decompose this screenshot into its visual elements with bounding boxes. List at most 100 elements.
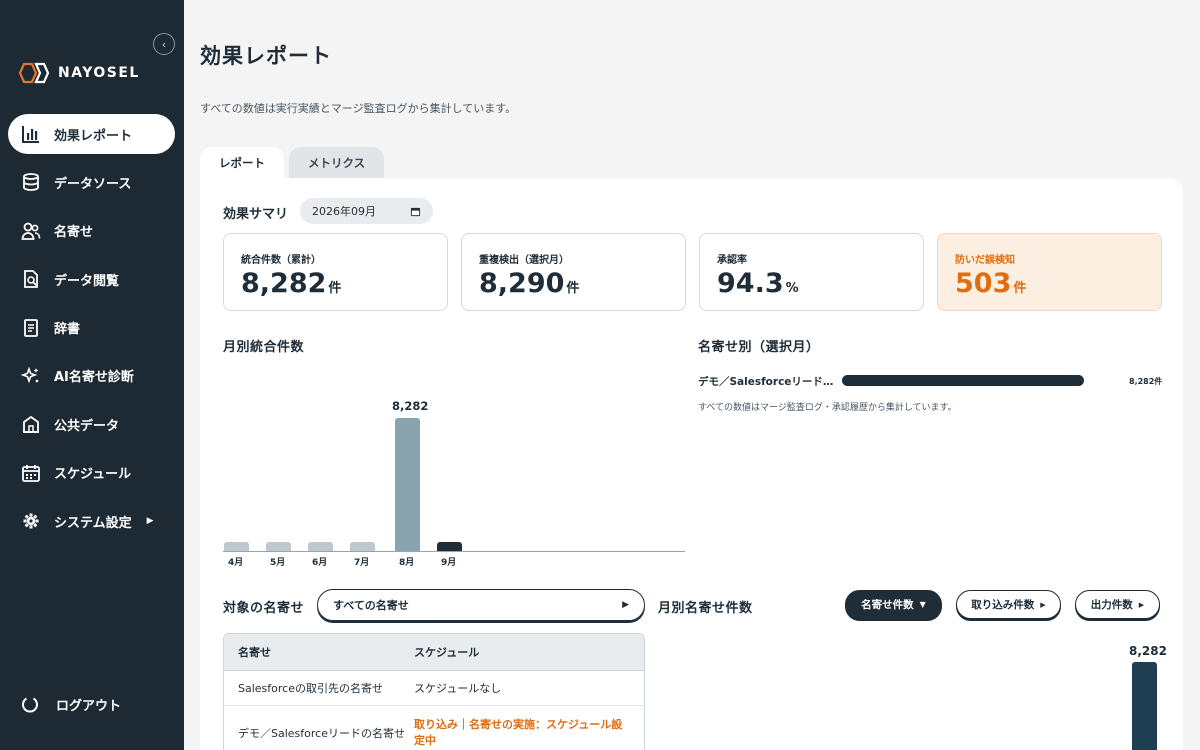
chart-data-label: 8,282	[392, 399, 429, 413]
sidebar-item-label: システム設定	[54, 515, 132, 531]
power-icon	[22, 697, 38, 713]
column-header: スケジュール	[414, 646, 480, 659]
chart-bar[interactable]	[437, 542, 462, 551]
kpi-value: 8,290 件	[479, 268, 685, 299]
kpi-label: 防いだ誤検知	[955, 255, 1015, 266]
page-title: 効果レポート	[200, 44, 332, 68]
page-description: すべての数値は実行実績とマージ監査ログから集計しています。	[200, 102, 517, 115]
play-arrow-icon: ▶	[622, 600, 629, 610]
sidebar-item-label: 公共データ	[54, 418, 120, 434]
table-header: 名寄せ スケジュール	[224, 634, 644, 671]
sidebar-item-label: AI名寄せ診断	[54, 370, 134, 386]
import-count-button[interactable]: 取り込み件数 ▶	[956, 590, 1061, 619]
kpi-row: 統合件数（累計） 8,282 件 重複検出（選択月） 8,290 件 承認率 94.…	[223, 233, 1162, 311]
kpi-number: 503	[955, 268, 1012, 299]
table-cell: 取り込み｜名寄せの実施：スケジュール設定中	[414, 718, 623, 747]
sidebar-item-label: 名寄せ	[54, 225, 94, 241]
sidebar-item-label: データソース	[54, 176, 132, 192]
sidebar-item-label: スケジュール	[54, 467, 132, 483]
summary-title: 効果サマリ	[223, 207, 289, 222]
monthly-bar-chart: 4月 5月 6月 7月 8月 8,282 9月	[223, 373, 685, 568]
play-arrow-icon: ▶	[1040, 600, 1046, 609]
merge-table: 名寄せ スケジュール Salesforceの取引先の名寄せ スケジュールなし デ…	[223, 633, 645, 750]
chart-bar[interactable]	[266, 542, 291, 551]
logo-text: NAYOSEL	[58, 65, 140, 81]
button-label: 出力件数	[1090, 599, 1133, 611]
sidebar-item-dictionary[interactable]: 辞書	[8, 308, 175, 348]
sidebar-item-merge[interactable]: 名寄せ	[8, 211, 175, 251]
chevron-left-icon[interactable]: ‹	[153, 33, 175, 55]
kpi-value: 94.3%	[717, 268, 923, 299]
table-row[interactable]: デモ／Salesforceリードの名寄せ 取り込み｜名寄せの実施：スケジュール設…	[224, 706, 644, 750]
kpi-unit: 件	[328, 281, 342, 296]
logo[interactable]: NAYOSEL	[18, 62, 140, 84]
kpi-number: 8,282	[241, 268, 327, 299]
sidebar-item-label: 辞書	[54, 322, 81, 338]
monthly-merge-bar	[1132, 662, 1157, 750]
sidebar-item-data-browse[interactable]: データ閲覧	[8, 259, 175, 299]
sidebar: ‹ NAYOSEL 効果レポート データソース 名寄せ データ閲覧 辞書 AI名…	[0, 0, 184, 750]
kpi-label: 統合件数（累計）	[241, 255, 321, 266]
sidebar-item-ai-diagnosis[interactable]: AI名寄せ診断	[8, 356, 175, 396]
kpi-value: 503 件	[955, 268, 1161, 299]
target-merge-select[interactable]: すべての名寄せ ▶	[317, 589, 645, 621]
by-merge-note: すべての数値はマージ監査ログ・承認履歴から集計しています。	[698, 403, 957, 413]
sidebar-item-public-data[interactable]: 公共データ	[8, 404, 175, 444]
expand-arrow-icon: ▶	[146, 516, 154, 527]
sidebar-item-system-settings[interactable]: システム設定 ▶	[8, 501, 175, 541]
month-picker[interactable]: 2026年09月	[300, 198, 433, 224]
kpi-card: 統合件数（累計） 8,282 件	[223, 233, 448, 311]
bar-chart-icon	[22, 126, 39, 143]
tab-metrics[interactable]: メトリクス	[289, 147, 385, 179]
merge-count-button[interactable]: 名寄せ件数 ▼	[845, 590, 942, 619]
target-select-value: すべての名寄せ	[333, 599, 409, 612]
output-count-button[interactable]: 出力件数 ▶	[1075, 590, 1160, 619]
hbar-value: 8,282件	[1129, 377, 1163, 386]
report-card: 効果サマリ 2026年09月 統合件数（累計） 8,282 件 重複検出（選択月）…	[200, 178, 1183, 750]
users-icon	[21, 222, 41, 240]
monthly-chart-title: 月別統合件数	[223, 340, 305, 355]
tab-bar: レポート メトリクス	[200, 147, 385, 179]
sidebar-item-data-source[interactable]: データソース	[8, 162, 175, 202]
chart-bar[interactable]	[308, 542, 333, 551]
chart-bar[interactable]	[350, 542, 375, 551]
by-merge-title: 名寄せ別（選択月）	[698, 340, 820, 355]
chart-bar[interactable]	[224, 542, 249, 551]
column-header: 名寄せ	[238, 646, 271, 659]
sidebar-item-label: データ閲覧	[54, 273, 120, 289]
hbar	[842, 375, 1084, 386]
chart-tick-label: 7月	[354, 558, 370, 568]
document-search-icon	[24, 270, 38, 289]
kpi-card-highlight: 防いだ誤検知 503 件	[937, 233, 1162, 311]
button-label: 取り込み件数	[971, 599, 1035, 611]
kpi-unit: 件	[1013, 281, 1027, 296]
tab-report[interactable]: レポート	[200, 147, 284, 179]
sparkle-icon	[21, 366, 39, 384]
chart-tick-label: 8月	[399, 558, 415, 568]
kpi-card: 承認率 94.3%	[699, 233, 924, 311]
sidebar-nav: 効果レポート データソース 名寄せ データ閲覧 辞書 AI名寄せ診断 公共データ	[8, 114, 175, 550]
table-cell: Salesforceの取引先の名寄せ	[238, 682, 383, 695]
kpi-card: 重複検出（選択月） 8,290 件	[461, 233, 686, 311]
kpi-value: 8,282 件	[241, 268, 447, 299]
kpi-unit: 件	[566, 281, 580, 296]
gear-icon	[23, 513, 39, 529]
logo-mark-icon	[18, 62, 50, 84]
caret-down-icon: ▼	[919, 600, 926, 609]
calendar-icon	[410, 207, 421, 216]
sidebar-item-schedule[interactable]: スケジュール	[8, 453, 175, 493]
hbar-label: デモ／Salesforceリード…	[698, 376, 834, 388]
chart-axis	[223, 551, 685, 552]
chart-tick-label: 9月	[441, 558, 457, 568]
target-title: 対象の名寄せ	[223, 601, 305, 616]
book-icon	[24, 318, 38, 337]
table-row[interactable]: Salesforceの取引先の名寄せ スケジュールなし	[224, 671, 644, 706]
chart-bar[interactable]	[395, 418, 420, 551]
chart-tick-label: 6月	[312, 558, 328, 568]
database-icon	[23, 173, 39, 192]
sidebar-item-effect-report[interactable]: 効果レポート	[8, 114, 175, 154]
building-icon	[23, 416, 39, 434]
table-cell: スケジュールなし	[414, 682, 502, 695]
logout-button[interactable]: ログアウト	[20, 694, 121, 714]
month-picker-value: 2026年09月	[312, 205, 376, 218]
